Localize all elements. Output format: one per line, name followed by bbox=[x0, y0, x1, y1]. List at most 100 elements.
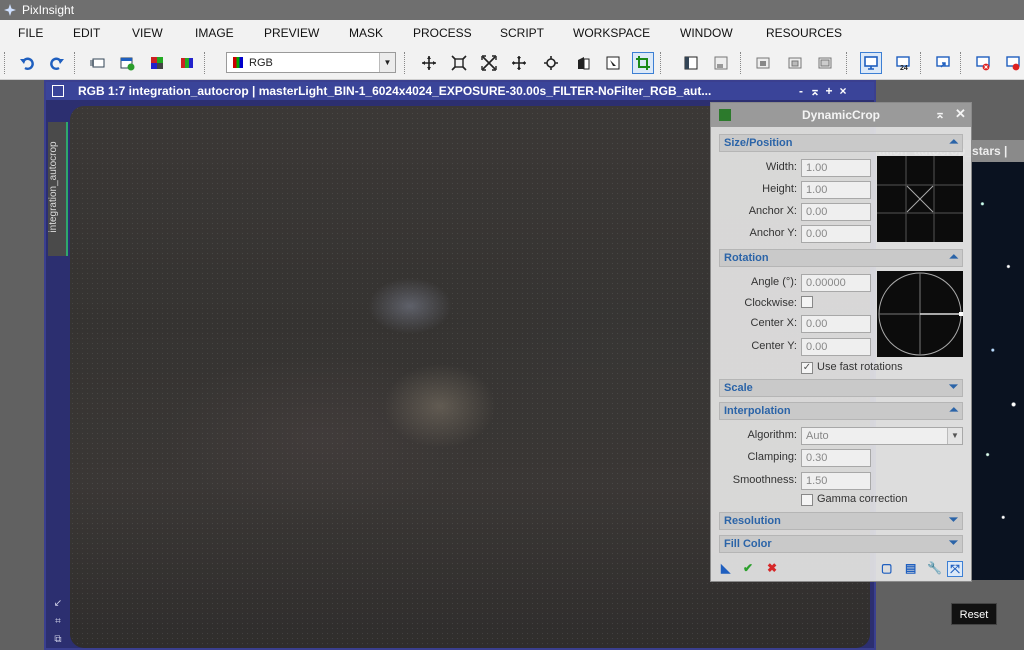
rgb-combine-icon[interactable] bbox=[176, 52, 198, 74]
section-scale[interactable]: Scale ⏷ bbox=[719, 379, 963, 397]
stf-24bit-icon[interactable]: 24 bbox=[892, 52, 914, 74]
section-interpolation[interactable]: Interpolation ⏶ bbox=[719, 402, 963, 420]
preferences-icon[interactable]: 🔧 bbox=[927, 561, 942, 575]
crop-tool-icon[interactable] bbox=[632, 52, 654, 74]
menu-bar: FILE EDIT VIEW IMAGE PREVIEW MASK PROCES… bbox=[0, 20, 1024, 46]
arrow-down-left-icon[interactable]: ↙ bbox=[52, 598, 64, 610]
menu-preview[interactable]: PREVIEW bbox=[264, 26, 319, 40]
toolbar-separator bbox=[74, 52, 78, 74]
rgb-color-icon bbox=[233, 57, 243, 68]
expand-icon[interactable]: ⏷ bbox=[949, 537, 958, 550]
menu-script[interactable]: SCRIPT bbox=[500, 26, 544, 40]
anchor-y-field-label: Anchor Y: bbox=[749, 227, 798, 239]
browse-documentation-icon[interactable]: ▢ bbox=[881, 561, 892, 575]
clamping-input[interactable]: 0.30 bbox=[801, 449, 871, 467]
stf-reset-icon[interactable] bbox=[972, 52, 994, 74]
algorithm-select[interactable]: Auto ▼ bbox=[801, 427, 963, 445]
undo-icon[interactable] bbox=[16, 52, 38, 74]
toolbar-grip bbox=[4, 52, 8, 74]
channel-select-value: RGB bbox=[249, 56, 273, 69]
center-y-field-label: Center Y: bbox=[751, 340, 797, 352]
mask-invert-icon[interactable] bbox=[784, 52, 806, 74]
height-field-label: Height: bbox=[762, 183, 797, 195]
close-icon[interactable]: ✕ bbox=[955, 106, 966, 122]
chevron-down-icon[interactable]: ▼ bbox=[379, 53, 395, 72]
expand-icon[interactable]: ⏷ bbox=[949, 514, 958, 527]
app-title: PixInsight bbox=[22, 3, 75, 17]
zoom-out-icon[interactable] bbox=[508, 52, 530, 74]
section-fill-color[interactable]: Fill Color ⏷ bbox=[719, 535, 963, 553]
edit-instance-icon[interactable]: ▤ bbox=[905, 561, 916, 575]
dynamic-crop-footer: ◣ ✔ ✖ ▢ ▤ 🔧 ⤧ bbox=[719, 561, 963, 577]
anchor-x-input[interactable]: 0.00 bbox=[801, 203, 871, 221]
minimize-button[interactable]: - bbox=[794, 84, 808, 98]
rgb-split-icon[interactable] bbox=[146, 52, 168, 74]
fast-rotations-checkbox[interactable]: ✓ bbox=[801, 362, 813, 374]
section-rotation[interactable]: Rotation ⏶ bbox=[719, 249, 963, 267]
height-input[interactable]: 1.00 bbox=[801, 181, 871, 199]
maximize-button[interactable]: + bbox=[822, 84, 836, 98]
expand-icon[interactable]: ⏷ bbox=[949, 381, 958, 394]
readout-mode-icon[interactable] bbox=[572, 52, 594, 74]
collapse-icon[interactable]: ⏶ bbox=[949, 136, 958, 149]
center-x-field-label: Center X: bbox=[750, 317, 797, 329]
smoothness-input[interactable]: 1.50 bbox=[801, 472, 871, 490]
explorer-icon[interactable] bbox=[680, 52, 702, 74]
size-position-preview[interactable] bbox=[877, 156, 963, 242]
center-x-input[interactable]: 0.00 bbox=[801, 315, 871, 333]
stf-link-icon[interactable] bbox=[932, 52, 954, 74]
mask-show-icon[interactable] bbox=[752, 52, 774, 74]
collapse-icon[interactable]: ⏶ bbox=[949, 251, 958, 264]
copy-icon[interactable]: ⧉ bbox=[52, 634, 64, 646]
menu-image[interactable]: IMAGE bbox=[195, 26, 234, 40]
reset-icon[interactable]: ⤧ bbox=[947, 561, 963, 577]
menu-workspace[interactable]: WORKSPACE bbox=[573, 26, 650, 40]
angle-input[interactable]: 0.00000 bbox=[801, 274, 871, 292]
image-window-title-bar[interactable]: RGB 1:7 integration_autocrop | masterLig… bbox=[46, 82, 874, 100]
pan-icon[interactable] bbox=[418, 52, 440, 74]
menu-process[interactable]: PROCESS bbox=[413, 26, 472, 40]
new-image-icon[interactable] bbox=[116, 52, 138, 74]
channel-select[interactable]: RGB ▼ bbox=[226, 52, 396, 73]
preview-mode-icon[interactable] bbox=[602, 52, 624, 74]
cancel-icon[interactable]: ✖ bbox=[767, 561, 777, 575]
window-menu-icon[interactable] bbox=[52, 85, 64, 97]
shade-button[interactable]: ⌅ bbox=[808, 84, 822, 98]
redo-icon[interactable] bbox=[46, 52, 68, 74]
center-y-input[interactable]: 0.00 bbox=[801, 338, 871, 356]
menu-window[interactable]: WINDOW bbox=[680, 26, 733, 40]
clockwise-checkbox[interactable] bbox=[801, 296, 813, 308]
anchor-y-input[interactable]: 0.00 bbox=[801, 225, 871, 243]
dynamic-crop-title-bar[interactable]: DynamicCrop ⌅ ✕ bbox=[711, 103, 971, 127]
section-size-position[interactable]: Size/Position ⏶ bbox=[719, 134, 963, 152]
rotation-dial[interactable] bbox=[877, 271, 963, 357]
open-image-icon[interactable] bbox=[86, 52, 108, 74]
new-instance-icon[interactable]: ◣ bbox=[721, 561, 730, 575]
zoom-1-1-icon[interactable] bbox=[540, 52, 562, 74]
chevron-down-icon[interactable]: ▼ bbox=[947, 428, 962, 444]
menu-edit[interactable]: EDIT bbox=[73, 26, 100, 40]
collapse-icon[interactable]: ⏶ bbox=[949, 404, 958, 417]
stf-disable-icon[interactable] bbox=[1002, 52, 1024, 74]
history-icon[interactable] bbox=[710, 52, 732, 74]
fit-icon[interactable]: ⌗ bbox=[52, 616, 64, 628]
stf-screen-icon[interactable] bbox=[860, 52, 882, 74]
apply-icon[interactable]: ✔ bbox=[743, 561, 753, 575]
section-resolution[interactable]: Resolution ⏷ bbox=[719, 512, 963, 530]
clockwise-field-label: Clockwise: bbox=[744, 297, 797, 309]
gamma-correction-label: Gamma correction bbox=[817, 493, 908, 505]
width-input[interactable]: 1.00 bbox=[801, 159, 871, 177]
menu-mask[interactable]: MASK bbox=[349, 26, 383, 40]
shade-icon[interactable]: ⌅ bbox=[935, 107, 945, 121]
menu-file[interactable]: FILE bbox=[18, 26, 43, 40]
menu-resources[interactable]: RESOURCES bbox=[766, 26, 842, 40]
algorithm-field-label: Algorithm: bbox=[747, 429, 797, 441]
dynamic-crop-title: DynamicCrop bbox=[801, 108, 881, 122]
dynamic-crop-panel[interactable]: DynamicCrop ⌅ ✕ Size/Position ⏶ Width: 1… bbox=[710, 102, 972, 582]
fit-view-icon[interactable] bbox=[448, 52, 470, 74]
menu-view[interactable]: VIEW bbox=[132, 26, 163, 40]
gamma-correction-checkbox[interactable] bbox=[801, 494, 813, 506]
mask-enable-icon[interactable] bbox=[814, 52, 836, 74]
zoom-in-icon[interactable] bbox=[478, 52, 500, 74]
close-button[interactable]: × bbox=[836, 84, 850, 98]
